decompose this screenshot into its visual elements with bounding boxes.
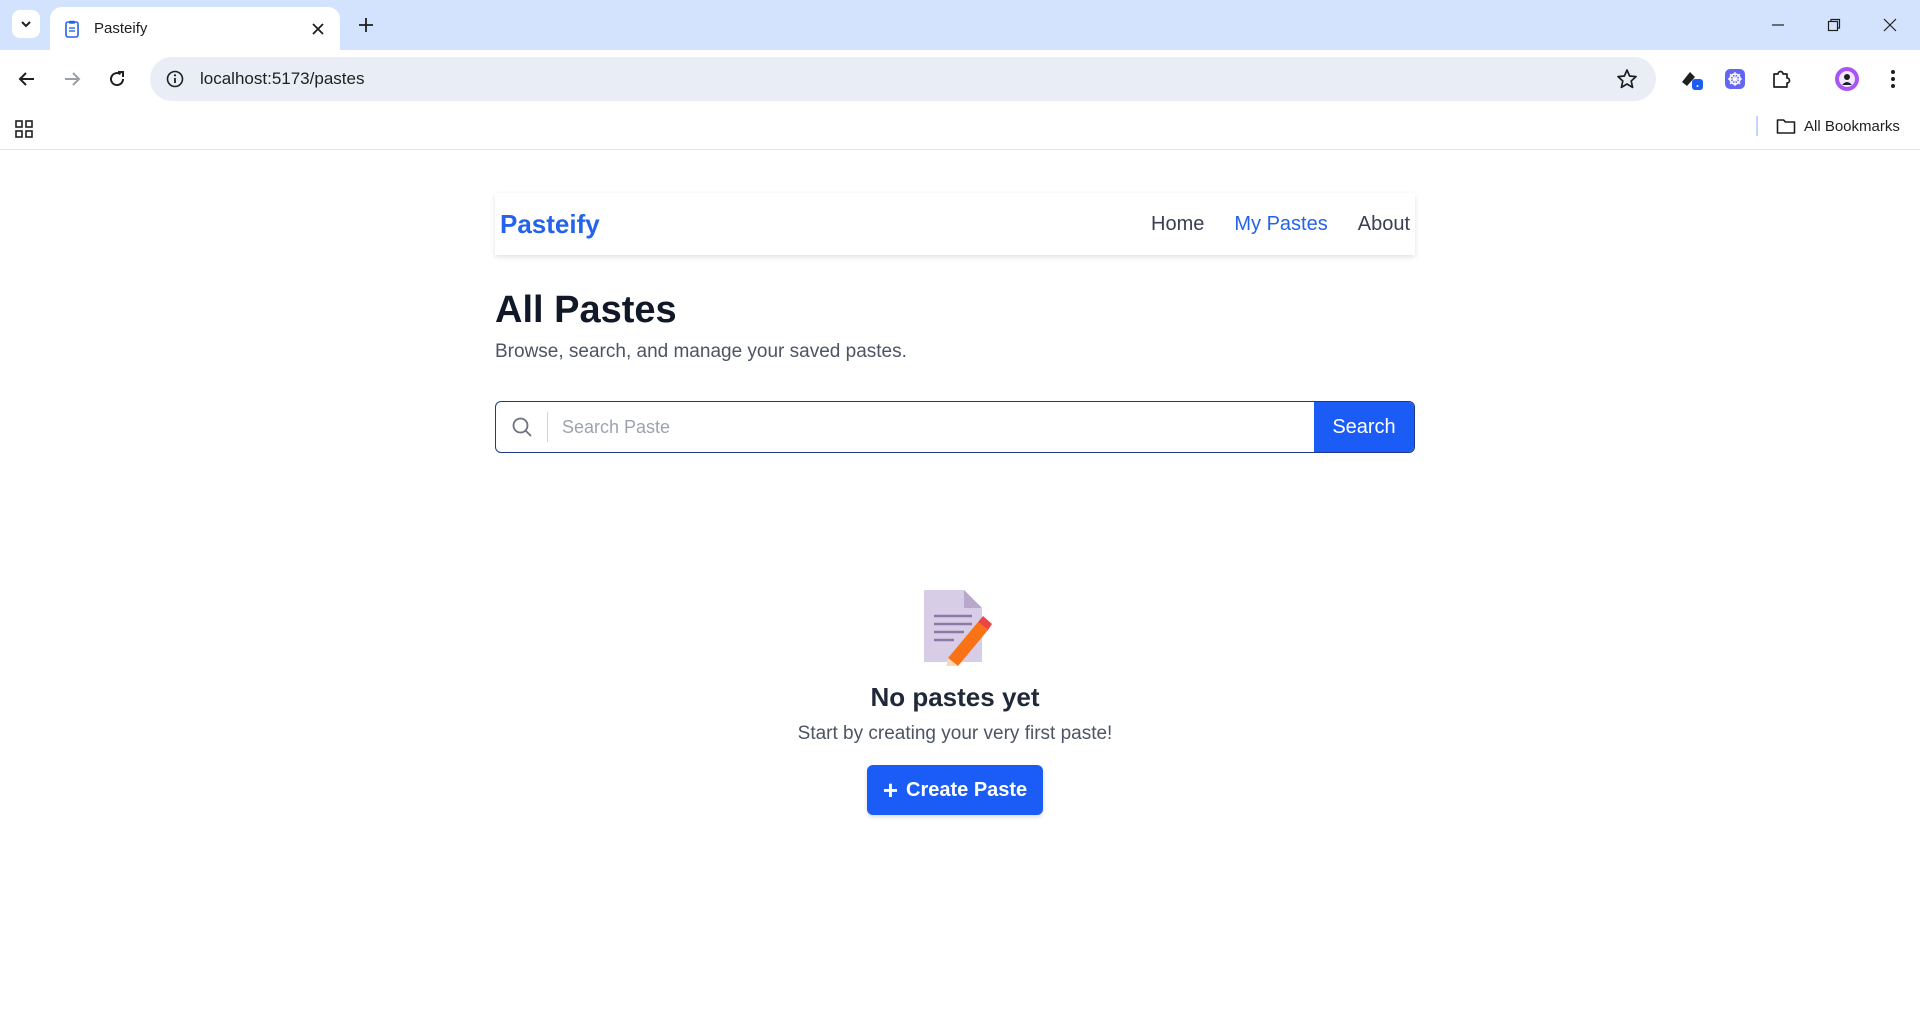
close-icon[interactable] bbox=[308, 19, 328, 39]
all-bookmarks-button[interactable]: All Bookmarks bbox=[1776, 117, 1900, 135]
back-button[interactable] bbox=[10, 62, 44, 96]
reload-icon bbox=[110, 71, 125, 87]
minimize-icon bbox=[1772, 24, 1784, 26]
forward-arrow-icon bbox=[65, 72, 81, 86]
minimize-button[interactable] bbox=[1750, 0, 1806, 50]
empty-state: No pastes yet Start by creating your ver… bbox=[495, 586, 1415, 815]
page-title: All Pastes bbox=[495, 289, 677, 331]
memo-emoji-icon bbox=[924, 590, 992, 666]
search-icon bbox=[496, 412, 548, 442]
apps-grid-icon[interactable] bbox=[13, 118, 35, 140]
bookmarks-bar: All Bookmarks bbox=[0, 108, 1920, 150]
plus-icon: + bbox=[882, 775, 898, 805]
restore-button[interactable] bbox=[1806, 0, 1862, 50]
empty-state-text: Start by creating your very first paste! bbox=[797, 723, 1113, 744]
create-paste-button[interactable]: + Create Paste bbox=[866, 765, 1044, 815]
forward-button[interactable] bbox=[55, 62, 89, 96]
nav-link-home[interactable]: Home bbox=[1151, 213, 1204, 236]
search-input[interactable] bbox=[548, 402, 1314, 452]
page-content: Pasteify Home My Pastes About All Pastes… bbox=[0, 151, 1920, 1020]
bookmarks-divider bbox=[1756, 116, 1758, 136]
new-tab-button[interactable] bbox=[352, 11, 380, 39]
search-button[interactable]: Search bbox=[1314, 402, 1414, 452]
address-bar[interactable]: localhost:5173/pastes bbox=[150, 57, 1656, 101]
browser-tab[interactable]: Pasteify bbox=[50, 7, 340, 50]
nav-link-about[interactable]: About bbox=[1358, 213, 1410, 236]
more-vert-icon[interactable] bbox=[1880, 66, 1906, 92]
create-paste-label: Create Paste bbox=[906, 778, 1028, 801]
chevron-down-icon bbox=[21, 21, 31, 28]
star-icon[interactable] bbox=[1616, 68, 1638, 90]
puzzle-icon[interactable] bbox=[1768, 66, 1794, 92]
window-close-icon bbox=[1883, 18, 1897, 32]
site-navbar: Pasteify Home My Pastes About bbox=[495, 193, 1415, 255]
search-bar: Search bbox=[495, 401, 1415, 453]
page-subtitle: Browse, search, and manage your saved pa… bbox=[495, 341, 907, 362]
browser-toolbar: localhost:5173/pastes bbox=[0, 50, 1920, 108]
plus-icon bbox=[359, 18, 373, 32]
brand-logo[interactable]: Pasteify bbox=[500, 209, 600, 240]
window-close-button[interactable] bbox=[1862, 0, 1918, 50]
reload-button[interactable] bbox=[100, 62, 134, 96]
nav-links: Home My Pastes About bbox=[1151, 213, 1410, 236]
nav-link-my-pastes[interactable]: My Pastes bbox=[1234, 213, 1327, 236]
profile-avatar[interactable] bbox=[1834, 66, 1860, 92]
url-text[interactable]: localhost:5173/pastes bbox=[200, 69, 364, 89]
extension-icon[interactable] bbox=[1722, 66, 1748, 92]
back-arrow-icon bbox=[18, 72, 34, 86]
tab-favicon-icon bbox=[62, 19, 82, 39]
extension-icon[interactable] bbox=[1679, 66, 1705, 92]
folder-icon bbox=[1776, 119, 1796, 134]
restore-icon bbox=[1827, 18, 1841, 32]
tab-search-button[interactable] bbox=[12, 10, 40, 38]
all-bookmarks-label: All Bookmarks bbox=[1804, 117, 1900, 135]
info-icon[interactable] bbox=[164, 68, 186, 90]
tab-title: Pasteify bbox=[94, 20, 148, 37]
browser-tab-bar: Pasteify bbox=[0, 0, 1920, 50]
empty-state-title: No pastes yet bbox=[870, 682, 1040, 712]
